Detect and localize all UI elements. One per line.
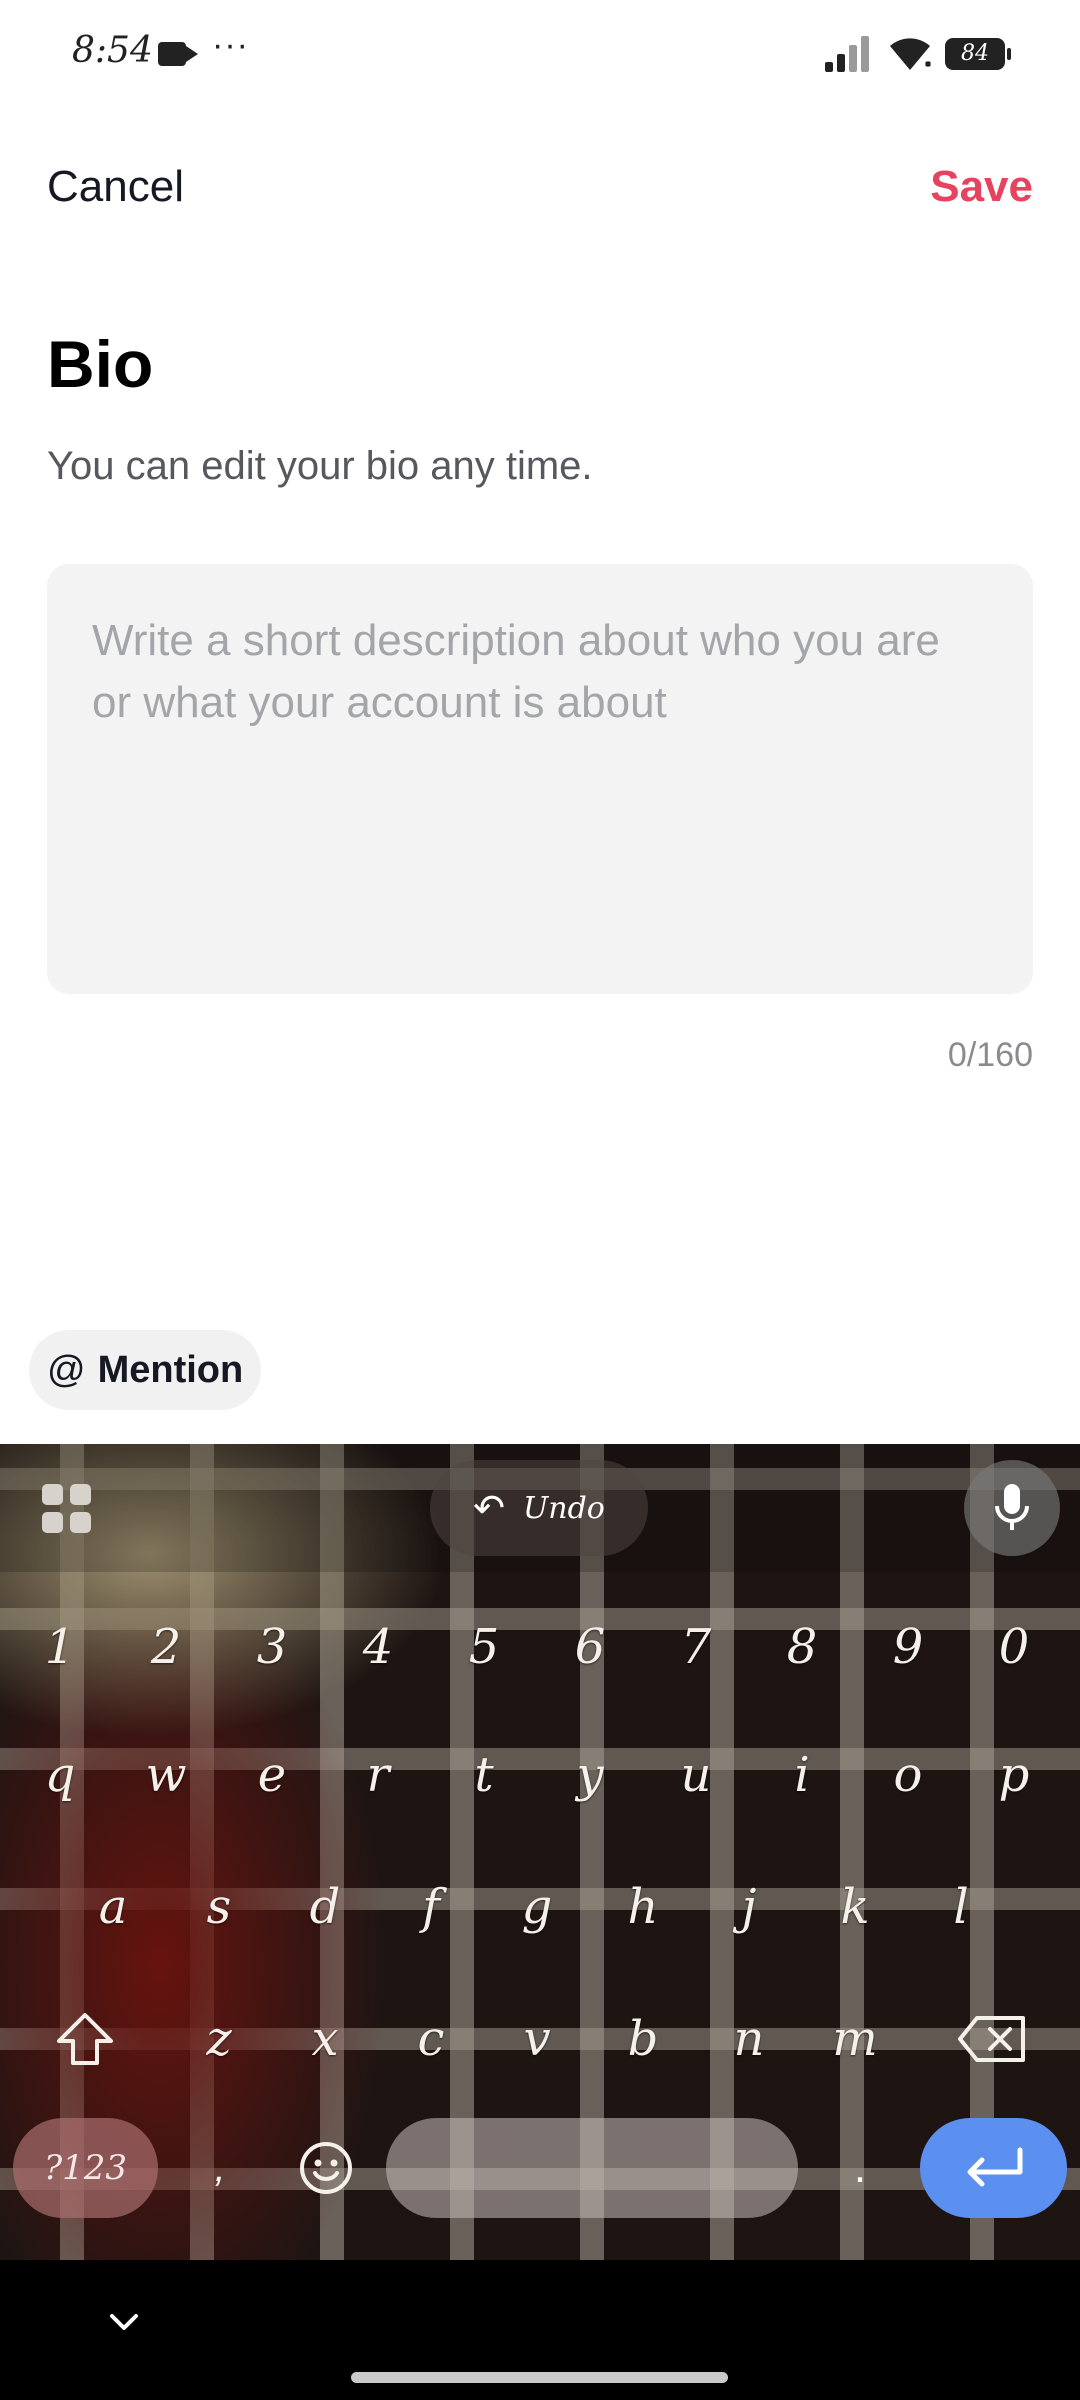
key-l[interactable]: l [913,1852,1009,1962]
key-3[interactable]: 3 [224,1592,320,1702]
wifi-icon [890,38,932,70]
key-9[interactable]: 9 [860,1592,956,1702]
key-u[interactable]: u [648,1720,744,1830]
emoji-key[interactable] [286,2128,366,2208]
hide-keyboard-icon[interactable] [104,2302,144,2342]
key-m[interactable]: m [807,1984,903,2094]
undo-icon: ↶ [473,1487,505,1530]
key-g[interactable]: g [489,1852,585,1962]
undo-button[interactable]: ↶ Undo [430,1460,648,1556]
key-q[interactable]: q [12,1720,108,1830]
cellular-signal-icon [825,36,869,72]
key-c[interactable]: c [383,1984,479,2094]
shift-key[interactable] [25,1984,145,2094]
key-p[interactable]: p [966,1720,1062,1830]
bio-input[interactable] [92,610,972,910]
system-navigation-bar [0,2260,1080,2400]
microphone-button[interactable] [964,1460,1060,1556]
key-5[interactable]: 5 [436,1592,532,1702]
backspace-key[interactable] [932,1984,1052,2094]
bio-field-container[interactable] [47,564,1033,994]
home-gesture-handle[interactable] [351,2372,728,2383]
key-2[interactable]: 2 [118,1592,214,1702]
undo-label: Undo [522,1490,605,1526]
key-4[interactable]: 4 [330,1592,426,1702]
key-w[interactable]: w [118,1720,214,1830]
key-y[interactable]: y [542,1720,638,1830]
key-t[interactable]: t [436,1720,532,1830]
on-screen-keyboard: ↶ Undo 1 2 3 4 5 6 7 8 9 0 q w e r t y u… [0,1444,1080,2260]
status-bar: 8:54 ··· 84 [0,0,1080,110]
comma-key[interactable]: , [190,2118,250,2218]
key-h[interactable]: h [595,1852,691,1962]
battery-icon: 84 [945,38,1011,70]
key-z[interactable]: z [171,1984,267,2094]
key-x[interactable]: x [277,1984,373,2094]
video-camera-icon [158,42,198,66]
symbols-key[interactable]: ?123 [13,2118,158,2218]
enter-icon [967,2147,1022,2187]
key-v[interactable]: v [489,1984,585,2094]
key-a[interactable]: a [65,1852,161,1962]
space-bar[interactable] [386,2118,798,2218]
key-b[interactable]: b [595,1984,691,2094]
key-k[interactable]: k [807,1852,903,1962]
page-title: Bio [47,327,154,401]
key-8[interactable]: 8 [754,1592,850,1702]
key-f[interactable]: f [383,1852,479,1962]
key-j[interactable]: j [701,1852,797,1962]
keyboard-number-row: 1 2 3 4 5 6 7 8 9 0 [0,1592,1080,1702]
keyboard-row-1: q w e r t y u i o p [0,1720,1080,1830]
key-1[interactable]: 1 [12,1592,108,1702]
keyboard-row-3: z x c v b n m [0,1984,1080,2094]
save-button[interactable]: Save [930,162,1033,212]
key-r[interactable]: r [330,1720,426,1830]
microphone-icon [995,1484,1029,1530]
key-i[interactable]: i [754,1720,850,1830]
keyboard-bottom-row: ?123 , . [0,2118,1080,2218]
key-n[interactable]: n [701,1984,797,2094]
key-o[interactable]: o [860,1720,956,1830]
more-notifications-icon: ··· [212,26,249,64]
key-e[interactable]: e [224,1720,320,1830]
key-d[interactable]: d [277,1852,373,1962]
at-icon: @ [47,1348,86,1391]
character-counter: 0/160 [947,1036,1033,1074]
apps-grid-icon[interactable] [42,1484,92,1534]
keyboard-toolbar: ↶ Undo [0,1444,1080,1572]
key-7[interactable]: 7 [648,1592,744,1702]
key-s[interactable]: s [171,1852,267,1962]
shift-icon [57,2013,113,2065]
key-6[interactable]: 6 [542,1592,638,1702]
mention-button[interactable]: @ Mention [29,1330,262,1410]
page-subtitle: You can edit your bio any time. [47,444,593,488]
period-key[interactable]: . [830,2118,890,2218]
keyboard-row-2: a s d f g h j k l [0,1852,1080,1962]
enter-key[interactable] [920,2118,1067,2218]
backspace-icon [958,2016,1025,2062]
mention-label: Mention [97,1348,244,1391]
emoji-icon [300,2142,352,2194]
cancel-button[interactable]: Cancel [47,162,184,212]
key-0[interactable]: 0 [966,1592,1062,1702]
status-time: 8:54 [72,30,153,71]
